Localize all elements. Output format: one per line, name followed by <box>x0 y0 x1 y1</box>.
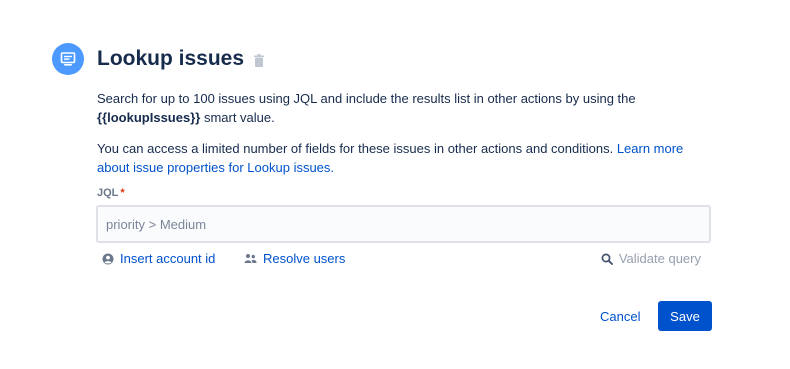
description-search-suffix: smart value. <box>200 110 275 125</box>
validate-query-button[interactable]: Validate query <box>601 251 701 266</box>
save-button[interactable]: Save <box>658 301 712 331</box>
jql-label-text: JQL <box>97 187 119 199</box>
smart-value: {{lookupIssues}} <box>97 110 201 125</box>
lookup-issues-icon <box>60 52 76 66</box>
description-fields: You can access a limited number of field… <box>97 139 717 177</box>
cancel-button[interactable]: Cancel <box>592 301 648 331</box>
resolve-users-label: Resolve users <box>263 251 346 266</box>
description-search: Search for up to 100 issues using JQL an… <box>97 89 717 127</box>
jql-input[interactable] <box>96 205 711 243</box>
required-marker: * <box>120 187 125 199</box>
resolve-users-button[interactable]: Resolve users <box>244 251 345 266</box>
description-search-text: Search for up to 100 issues using JQL an… <box>97 91 636 106</box>
user-circle-icon <box>102 253 114 265</box>
delete-button[interactable] <box>253 52 265 68</box>
insert-account-id-button[interactable]: Insert account id <box>102 251 215 266</box>
description-fields-text: You can access a limited number of field… <box>97 141 617 156</box>
page-title: Lookup issues <box>97 47 245 70</box>
users-icon <box>244 253 257 264</box>
search-icon <box>601 253 613 265</box>
header-icon <box>52 43 84 75</box>
trash-icon <box>254 53 264 67</box>
jql-label: JQL * <box>97 187 125 199</box>
validate-query-label: Validate query <box>618 251 701 266</box>
insert-account-id-label: Insert account id <box>120 251 216 266</box>
